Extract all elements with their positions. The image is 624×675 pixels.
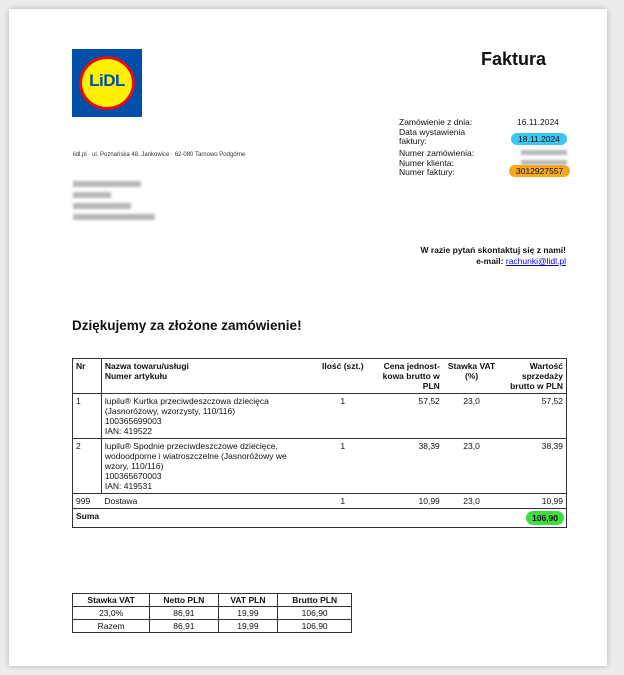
customer-address-redacted (73, 181, 155, 225)
sum-pill: 106,90 (526, 511, 564, 525)
page-title: Faktura (481, 49, 547, 69)
table-row: Razem 86,91 19,99 106,90 (71, 619, 352, 633)
invoice-page: LiDL Faktura lidl.pl · ul. Poznańska 48,… (9, 9, 607, 666)
sum-row: Suma 106,90 (72, 508, 568, 528)
lidl-logo: LiDL (72, 49, 142, 117)
email-link[interactable]: rachunki@lidl.pl (506, 256, 566, 266)
table-row: 999 Dostawa 1 10,99 23,0 10,99 (72, 493, 568, 509)
table-row: 1 lupilu® Kurtka przeciwdeszczowa dzieci… (72, 393, 568, 439)
invoice-date-pill: 18.11.2024 (511, 133, 567, 146)
invoice-number-pill: 3012927557 (509, 165, 571, 178)
thanks-heading: Dziękujemy za złożone zamówienie! (72, 318, 302, 333)
order-date: 16.11.2024 (517, 117, 559, 127)
contact-box: W razie pytań skontaktuj się z nami! e-m… (420, 245, 566, 266)
vat-summary-table: Stawka VAT Netto PLN VAT PLN Brutto PLN … (71, 593, 352, 633)
table-row: 2 lupilu® Spodnie przeciwdeszczowe dziec… (72, 438, 568, 494)
seller-address: lidl.pl · ul. Poznańska 48, Jankowice · … (73, 152, 246, 158)
table-row: 23,0% 86,91 19,99 106,90 (71, 606, 352, 620)
items-table: Nr Nazwa towaru/usługi Numer artykułu Ilo… (72, 358, 568, 528)
